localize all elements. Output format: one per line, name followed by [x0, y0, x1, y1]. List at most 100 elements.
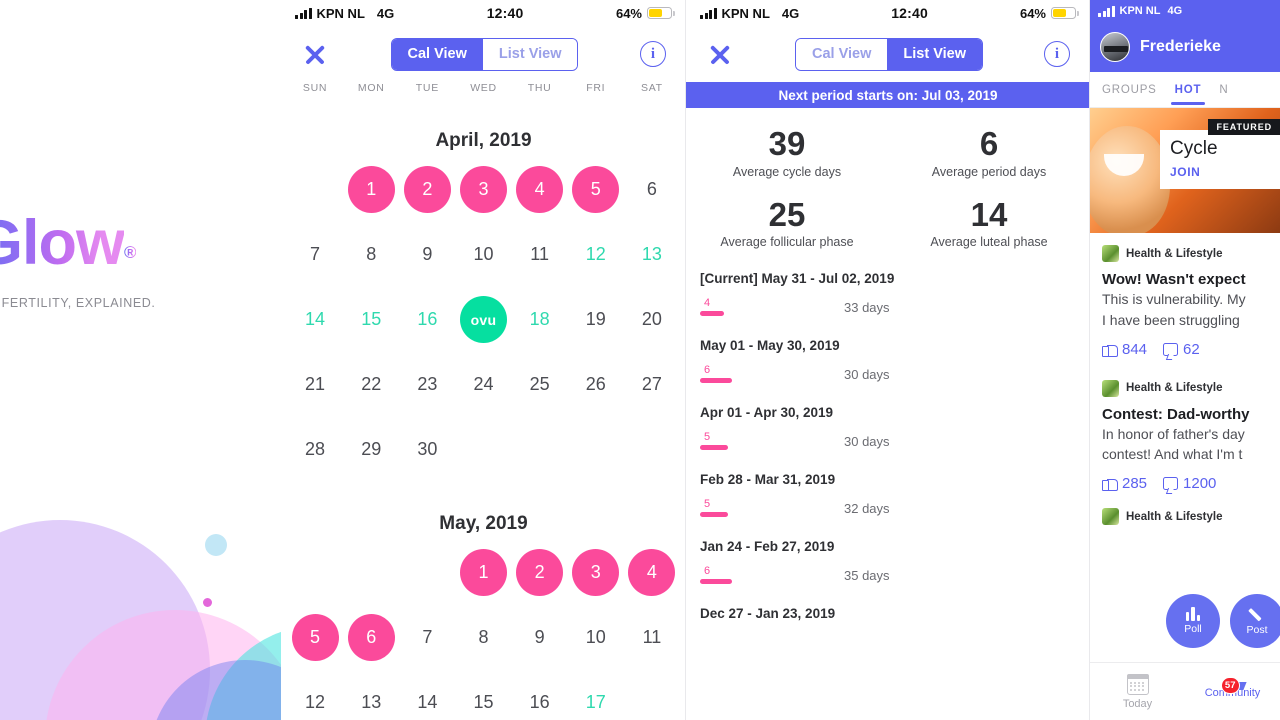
stat-label: Average cycle days — [732, 164, 842, 179]
calendar-day-17[interactable]: 17 — [572, 679, 619, 720]
calendar-day-3[interactable]: 3 — [459, 166, 507, 213]
comment-icon — [1163, 477, 1179, 490]
comment-icon — [1163, 342, 1179, 356]
calendar-day-13[interactable]: 13 — [348, 679, 395, 720]
cycle-entry[interactable]: Feb 28 - Mar 31, 2019 5 32 days — [700, 472, 1076, 518]
calendar-day-10[interactable]: 10 — [572, 614, 619, 661]
post-body-line: This is vulnerability. My — [1102, 291, 1246, 307]
join-button[interactable]: JOIN — [1170, 165, 1270, 179]
period-length-bar-wrap: 5 — [700, 431, 734, 451]
calendar-day-3[interactable]: 3 — [572, 549, 620, 596]
calendar-day-10[interactable]: 10 — [460, 231, 507, 278]
calendar-day-7[interactable]: 7 — [292, 231, 339, 278]
close-icon[interactable] — [301, 40, 329, 68]
calendar-day-30[interactable]: 30 — [404, 426, 451, 473]
tab-today[interactable]: Today — [1090, 663, 1185, 720]
post-fab-button[interactable]: Post — [1230, 594, 1280, 648]
close-icon[interactable] — [706, 40, 734, 68]
comment-button[interactable]: 62 — [1163, 341, 1200, 358]
tab-new[interactable]: N — [1219, 72, 1228, 108]
calendar-day-6[interactable]: 6 — [347, 614, 395, 661]
calendar-day-26[interactable]: 26 — [572, 361, 619, 408]
like-button[interactable]: 285 — [1102, 475, 1147, 492]
calendar-day-6[interactable]: 6 — [628, 166, 675, 213]
calendar-day-5[interactable]: 5 — [291, 614, 339, 661]
calendar-day-5[interactable]: 5 — [572, 166, 620, 213]
cycle-entry[interactable]: [Current] May 31 - Jul 02, 2019 4 33 days — [700, 271, 1076, 317]
calendar-day-25[interactable]: 25 — [516, 361, 563, 408]
cycle-entry[interactable]: Dec 27 - Jan 23, 2019 — [700, 606, 1076, 621]
info-icon[interactable]: i — [640, 41, 666, 67]
calendar-day-12[interactable]: 12 — [292, 679, 339, 720]
calendar-day-29[interactable]: 29 — [348, 426, 395, 473]
tab-community[interactable]: 57 Community — [1185, 663, 1280, 720]
calendar-day-18[interactable]: 18 — [516, 296, 563, 343]
calendar-day-16[interactable]: 16 — [404, 296, 451, 343]
stat-average-luteal-phase: 14 Average luteal phase — [888, 196, 1090, 249]
calendar-day-15[interactable]: 15 — [460, 679, 507, 720]
calendar-day-20[interactable]: 20 — [628, 296, 675, 343]
avatar[interactable] — [1100, 32, 1130, 62]
tab-hot[interactable]: HOT — [1170, 72, 1205, 108]
tab-groups[interactable]: GROUPS — [1102, 72, 1157, 108]
calendar-day-8[interactable]: 8 — [460, 614, 507, 661]
tab-cal-view[interactable]: Cal View — [796, 38, 888, 70]
calendar-day-7[interactable]: 7 — [404, 614, 451, 661]
cycle-entry[interactable]: Jan 24 - Feb 27, 2019 6 35 days — [700, 539, 1076, 585]
calendar-cell: 8 — [455, 614, 511, 679]
calendar-day-22[interactable]: 22 — [348, 361, 395, 408]
poll-fab-label: Poll — [1184, 623, 1202, 635]
calendar-day-14[interactable]: 14 — [292, 296, 339, 343]
poll-fab-button[interactable]: Poll — [1166, 594, 1220, 648]
stat-value: 6 — [979, 125, 999, 162]
calendar-day-11[interactable]: 11 — [516, 231, 563, 278]
tab-cal-view[interactable]: Cal View — [391, 38, 483, 70]
period-length-bar-wrap: 6 — [700, 364, 734, 384]
next-period-banner: Next period starts on: Jul 03, 2019 — [686, 82, 1090, 108]
calendar-cell: 11 — [624, 614, 680, 679]
decorative-dot-pink — [203, 598, 212, 607]
calendar-day-27[interactable]: 27 — [628, 361, 675, 408]
calendar-day-15[interactable]: 15 — [348, 296, 395, 343]
featured-card[interactable]: FEATURED Cycle JOIN — [1090, 108, 1280, 233]
calendar-day-12[interactable]: 12 — [572, 231, 619, 278]
calendar-cell: 21 — [287, 361, 343, 426]
calendar-day-13[interactable]: 13 — [628, 231, 675, 278]
calendar-day-28[interactable]: 28 — [292, 426, 339, 473]
like-button[interactable]: 844 — [1102, 341, 1147, 358]
info-icon[interactable]: i — [1044, 41, 1070, 67]
post-item[interactable]: Health & Lifestyle — [1090, 492, 1280, 525]
calendar-day-4[interactable]: 4 — [628, 549, 676, 596]
calendar-day-1[interactable]: 1 — [347, 166, 395, 213]
cycle-entry[interactable]: Apr 01 - Apr 30, 2019 5 30 days — [700, 405, 1076, 451]
calendar-day-2[interactable]: 2 — [403, 166, 451, 213]
period-day-count: 6 — [704, 364, 711, 377]
calendar-day-14[interactable]: 14 — [404, 679, 451, 720]
calendar-day-21[interactable]: 21 — [292, 361, 339, 408]
calendar-day-24[interactable]: 24 — [460, 361, 507, 408]
calendar-day-19[interactable]: 19 — [572, 296, 619, 343]
calendar-day-9[interactable]: 9 — [404, 231, 451, 278]
tab-list-view[interactable]: List View — [887, 38, 982, 70]
calendar-day-8[interactable]: 8 — [348, 231, 395, 278]
calendar-day-16[interactable]: 16 — [516, 679, 563, 720]
weekday-header: SUN MON TUE WED THU FRI SAT — [281, 82, 686, 108]
calendar-day-2[interactable]: 2 — [516, 549, 564, 596]
calendar-cell: 20 — [624, 296, 680, 361]
calendar-day-4[interactable]: 4 — [516, 166, 564, 213]
signal-bars-icon — [295, 7, 312, 19]
calendar-cell: 26 — [568, 361, 624, 426]
calendar-cell: 27 — [624, 361, 680, 426]
cycle-bar-row: 5 30 days — [700, 431, 1076, 451]
post-body-line: contest! And what I'm t — [1102, 446, 1243, 463]
calendar-day-11[interactable]: 11 — [628, 614, 675, 661]
post-item[interactable]: Health & Lifestyle Contest: Dad-worthy I… — [1090, 358, 1280, 492]
tab-list-view[interactable]: List View — [482, 38, 578, 70]
post-item[interactable]: Health & Lifestyle Wow! Wasn't expect Th… — [1090, 233, 1280, 358]
calendar-day-9[interactable]: 9 — [516, 614, 563, 661]
calendar-day-ovu[interactable]: ovu — [459, 296, 507, 343]
calendar-day-23[interactable]: 23 — [404, 361, 451, 408]
calendar-day-1[interactable]: 1 — [459, 549, 507, 596]
comment-button[interactable]: 1200 — [1163, 475, 1216, 492]
cycle-entry[interactable]: May 01 - May 30, 2019 6 30 days — [700, 338, 1076, 384]
